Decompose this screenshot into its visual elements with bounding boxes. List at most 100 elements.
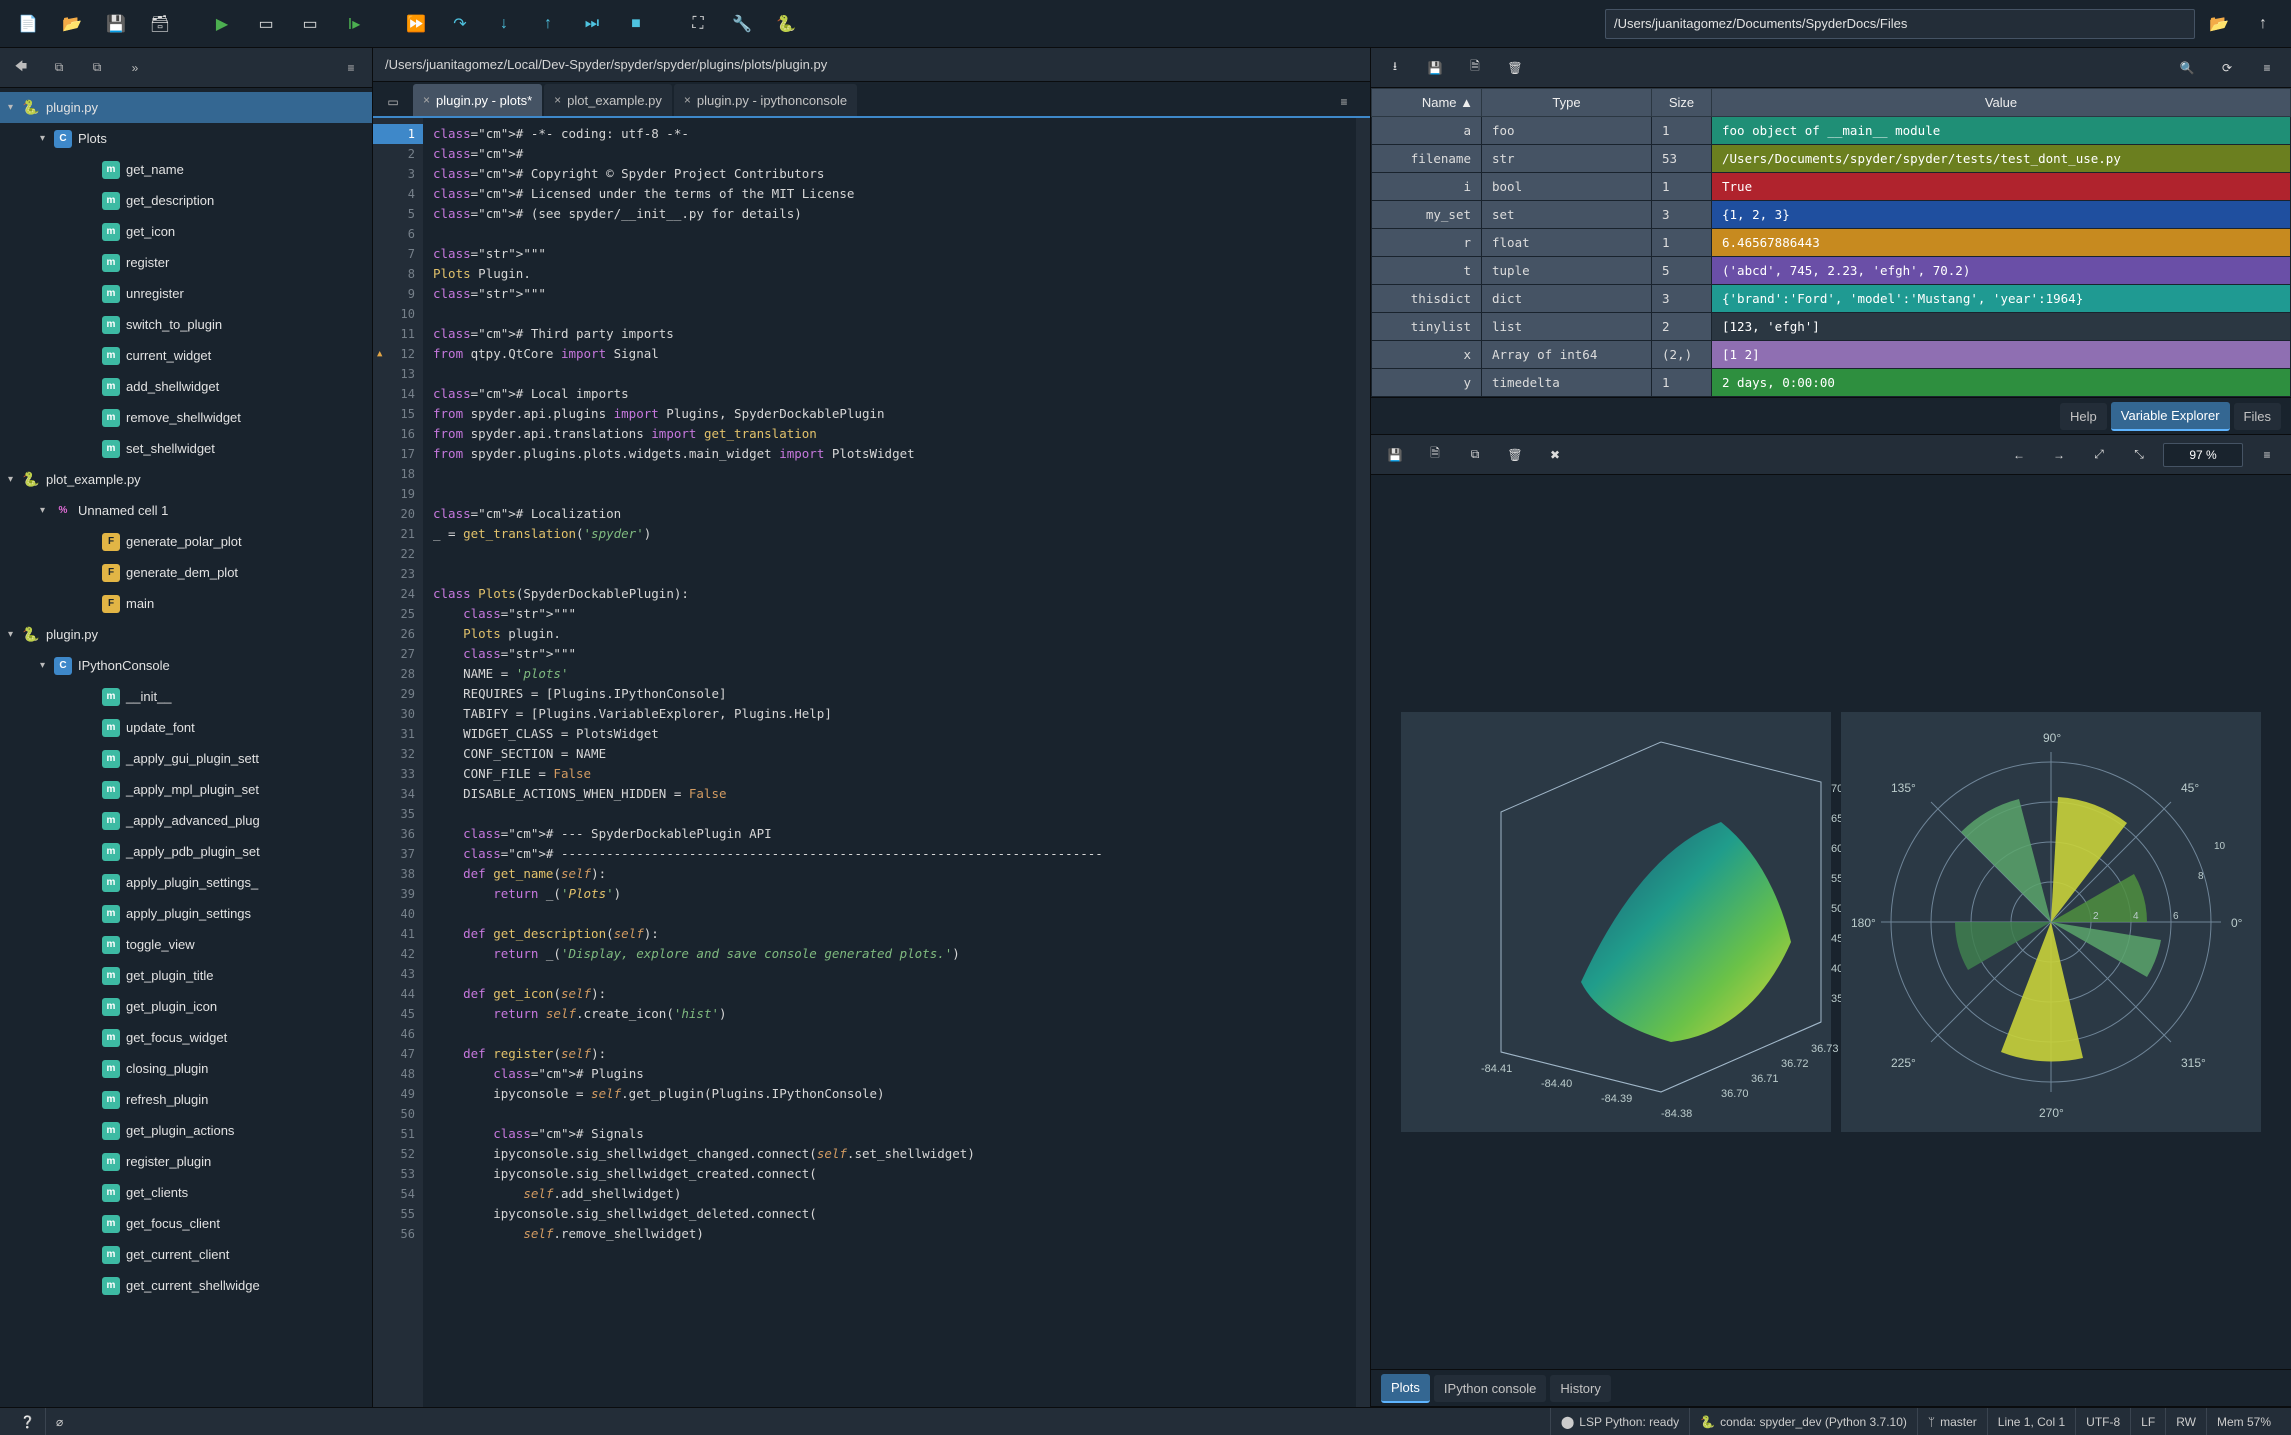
tree-method[interactable]: m_apply_gui_plugin_sett: [0, 743, 372, 774]
tree-method[interactable]: madd_shellwidget: [0, 371, 372, 402]
variable-row[interactable]: thisdict dict 3 {'brand':'Ford', 'model'…: [1372, 285, 2291, 313]
status-conda[interactable]: 🐍conda: spyder_dev (Python 3.7.10): [1689, 1408, 1917, 1435]
tree-method[interactable]: mget_focus_client: [0, 1208, 372, 1239]
tree-method[interactable]: mapply_plugin_settings: [0, 898, 372, 929]
continue-icon[interactable]: ⏭: [572, 4, 612, 44]
col-type[interactable]: Type: [1482, 89, 1652, 117]
run-selection-icon[interactable]: I▸: [334, 4, 374, 44]
variable-row[interactable]: filename str 53 /Users/Documents/spyder/…: [1372, 145, 2291, 173]
tab-browse-icon[interactable]: ▭: [379, 88, 407, 116]
prev-plot-icon[interactable]: ←: [2003, 441, 2035, 469]
delete-all-icon[interactable]: 🗑: [1499, 54, 1531, 82]
close-icon[interactable]: ×: [554, 93, 561, 107]
tree-method[interactable]: m__init__: [0, 681, 372, 712]
tree-method[interactable]: mapply_plugin_settings_: [0, 867, 372, 898]
hamburger-icon[interactable]: ≡: [2251, 441, 2283, 469]
col-value[interactable]: Value: [1712, 89, 2291, 117]
var-value[interactable]: 6.46567886443: [1712, 229, 2291, 257]
code-area[interactable]: class="cm"># -*- coding: utf-8 -*-class=…: [423, 118, 1356, 1407]
col-size[interactable]: Size: [1652, 89, 1712, 117]
minimap-scroll[interactable]: [1356, 118, 1370, 1407]
editor-body[interactable]: 1234567891011121314151617181920212223242…: [373, 118, 1370, 1407]
zoom-level[interactable]: 97 %: [2163, 443, 2243, 467]
var-value[interactable]: {1, 2, 3}: [1712, 201, 2291, 229]
tree-cell[interactable]: ▾ % Unnamed cell 1: [0, 495, 372, 526]
step-in-icon[interactable]: ↓: [484, 4, 524, 44]
variable-row[interactable]: y timedelta 1 2 days, 0:00:00: [1372, 369, 2291, 397]
tree-file[interactable]: ▾ 🐍 plugin.py: [0, 92, 372, 123]
editor-tab[interactable]: ×plugin.py - ipythonconsole: [674, 84, 857, 116]
save-all-plots-icon[interactable]: 🗎: [1419, 441, 1451, 469]
save-data-icon[interactable]: 💾: [1419, 54, 1451, 82]
var-value[interactable]: True: [1712, 173, 2291, 201]
back-icon[interactable]: 🡄: [6, 54, 36, 82]
editor-tab[interactable]: ×plugin.py - plots*: [413, 84, 542, 116]
maximize-pane-icon[interactable]: ⛶: [678, 4, 718, 44]
new-file-icon[interactable]: 📄: [8, 4, 48, 44]
tree-class[interactable]: ▾ C Plots: [0, 123, 372, 154]
delete-all-plots-icon[interactable]: ✖: [1539, 441, 1571, 469]
step-over-icon[interactable]: ↷: [440, 4, 480, 44]
var-value[interactable]: ('abcd', 745, 2.23, 'efgh', 70.2): [1712, 257, 2291, 285]
debug-icon[interactable]: ⏩: [396, 4, 436, 44]
tree-method[interactable]: mregister_plugin: [0, 1146, 372, 1177]
variable-row[interactable]: t tuple 5 ('abcd', 745, 2.23, 'efgh', 70…: [1372, 257, 2291, 285]
save-icon[interactable]: 💾: [96, 4, 136, 44]
run-cell-advance-icon[interactable]: ▭: [290, 4, 330, 44]
preferences-icon[interactable]: 🔧: [722, 4, 762, 44]
pane-tab[interactable]: Help: [2060, 403, 2107, 430]
tree-method[interactable]: mget_focus_widget: [0, 1022, 372, 1053]
pane-tab[interactable]: Plots: [1381, 1374, 1430, 1403]
copy-icon[interactable]: ⧉: [44, 54, 74, 82]
tree-method[interactable]: Fmain: [0, 588, 372, 619]
var-value[interactable]: foo object of __main__ module: [1712, 117, 2291, 145]
pane-tab[interactable]: IPython console: [1434, 1375, 1547, 1402]
tree-file[interactable]: ▾ 🐍 plot_example.py: [0, 464, 372, 495]
zoom-out-icon[interactable]: ⤡: [2123, 441, 2155, 469]
var-value[interactable]: /Users/Documents/spyder/spyder/tests/tes…: [1712, 145, 2291, 173]
status-lsp[interactable]: ⬤LSP Python: ready: [1550, 1408, 1689, 1435]
save-plot-icon[interactable]: 💾: [1379, 441, 1411, 469]
tree-method[interactable]: mget_current_shellwidge: [0, 1270, 372, 1301]
tree-method[interactable]: Fgenerate_polar_plot: [0, 526, 372, 557]
variable-row[interactable]: i bool 1 True: [1372, 173, 2291, 201]
open-file-icon[interactable]: 📂: [52, 4, 92, 44]
tree-method[interactable]: mget_icon: [0, 216, 372, 247]
tree-method[interactable]: mcurrent_widget: [0, 340, 372, 371]
tree-method[interactable]: mget_current_client: [0, 1239, 372, 1270]
pane-tab[interactable]: Files: [2234, 403, 2281, 430]
run-cell-icon[interactable]: ▭: [246, 4, 286, 44]
outline-tree[interactable]: ▾ 🐍 plugin.py ▾ C Plots mget_namemget_de…: [0, 88, 372, 1407]
tree-method[interactable]: mupdate_font: [0, 712, 372, 743]
tree-method[interactable]: m_apply_pdb_plugin_set: [0, 836, 372, 867]
tree-method[interactable]: mget_plugin_actions: [0, 1115, 372, 1146]
tree-class[interactable]: ▾ C IPythonConsole: [0, 650, 372, 681]
tree-method[interactable]: munregister: [0, 278, 372, 309]
search-icon[interactable]: 🔍: [2171, 54, 2203, 82]
zoom-in-icon[interactable]: ⤢: [2083, 441, 2115, 469]
editor-tab[interactable]: ×plot_example.py: [544, 84, 672, 116]
close-icon[interactable]: ×: [423, 93, 430, 107]
tree-method[interactable]: m_apply_mpl_plugin_set: [0, 774, 372, 805]
tree-method[interactable]: mget_name: [0, 154, 372, 185]
tree-method[interactable]: mset_shellwidget: [0, 433, 372, 464]
status-git[interactable]: ᛘmaster: [1917, 1408, 1987, 1435]
plot-canvas[interactable]: -84.41 -84.40 -84.39 -84.38 36.70 36.71 …: [1371, 475, 2291, 1369]
tree-method[interactable]: mremove_shellwidget: [0, 402, 372, 433]
browse-dir-icon[interactable]: 📂: [2199, 4, 2239, 44]
copy-plot-icon[interactable]: ⧉: [1459, 441, 1491, 469]
tree-method[interactable]: mclosing_plugin: [0, 1053, 372, 1084]
stop-debug-icon[interactable]: ■: [616, 4, 656, 44]
variable-row[interactable]: my_set set 3 {1, 2, 3}: [1372, 201, 2291, 229]
variable-row[interactable]: x Array of int64 (2,) [1 2]: [1372, 341, 2291, 369]
variable-row[interactable]: r float 1 6.46567886443: [1372, 229, 2291, 257]
overflow-icon[interactable]: »: [120, 54, 150, 82]
hamburger-icon[interactable]: ≡: [336, 54, 366, 82]
col-name[interactable]: Name ▲: [1372, 89, 1482, 117]
var-value[interactable]: 2 days, 0:00:00: [1712, 369, 2291, 397]
tree-method[interactable]: mregister: [0, 247, 372, 278]
pythonpath-icon[interactable]: 🐍: [766, 4, 806, 44]
next-plot-icon[interactable]: →: [2043, 441, 2075, 469]
tree-file[interactable]: ▾ 🐍 plugin.py: [0, 619, 372, 650]
var-value[interactable]: [123, 'efgh']: [1712, 313, 2291, 341]
